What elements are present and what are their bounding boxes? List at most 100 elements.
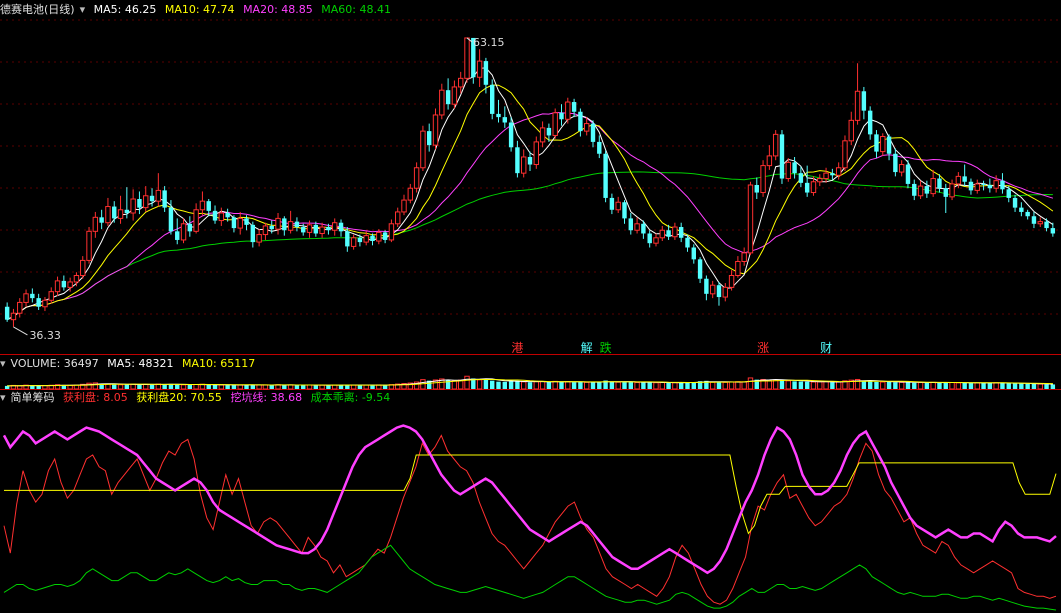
volume-bar <box>464 375 470 390</box>
candle-body <box>124 209 130 214</box>
candlestick <box>61 275 67 291</box>
candle-body <box>168 207 174 232</box>
candle-body <box>237 217 243 229</box>
volume-bar <box>1044 384 1049 389</box>
candlestick <box>691 244 696 264</box>
candlestick <box>704 275 709 301</box>
volume-bar <box>766 380 773 390</box>
candlestick <box>622 200 627 224</box>
candlestick <box>804 165 810 197</box>
collapse-triangle-icon[interactable]: ▾ <box>0 391 6 404</box>
candlestick <box>539 121 546 148</box>
volume-bar <box>810 381 817 390</box>
ma10-legend: MA10: 47.74 <box>164 3 235 16</box>
candle-body <box>476 60 483 78</box>
volume-bar <box>949 382 955 390</box>
volume-bar <box>1050 384 1056 389</box>
candlestick <box>262 222 269 240</box>
volume-bar <box>515 380 520 389</box>
candlestick <box>603 150 608 203</box>
candlestick <box>949 179 955 201</box>
volume-bar <box>912 382 917 389</box>
candlestick <box>817 174 823 187</box>
volume-bar <box>1037 383 1043 390</box>
volume-bar <box>804 381 810 389</box>
volume-bar <box>924 382 930 389</box>
candlestick <box>779 130 785 184</box>
candlestick <box>842 135 848 171</box>
candle-body <box>231 217 237 229</box>
volume-bar <box>36 385 41 389</box>
candlestick <box>432 108 439 150</box>
volume-bar <box>817 381 823 390</box>
candlestick <box>565 97 571 124</box>
indicator-title: 简单筹码 <box>10 391 55 404</box>
candle-body <box>1006 189 1011 198</box>
volume-bar <box>206 384 211 389</box>
candle-body <box>1000 180 1005 190</box>
volume-bar <box>830 382 835 389</box>
price-extreme-labels: 63.15 36.33 <box>13 36 505 342</box>
volume-bar <box>672 382 678 390</box>
candle-body <box>193 209 199 232</box>
candlestick <box>269 220 274 234</box>
candlestick <box>697 257 703 284</box>
candle-body <box>520 156 527 174</box>
candle-body <box>597 141 602 154</box>
volume-bar <box>244 385 249 389</box>
candle-body <box>212 210 218 221</box>
candle-body <box>515 147 520 174</box>
volume-bar <box>987 382 993 389</box>
volume-bar <box>565 381 571 390</box>
collapse-triangle-icon[interactable]: ▾ <box>80 3 86 16</box>
candle-body <box>86 230 92 261</box>
volume-legend: VOLUME: 36497 <box>10 357 99 370</box>
collapse-triangle-icon[interactable]: ▾ <box>0 357 6 370</box>
volume-bar <box>880 381 886 390</box>
candlestick <box>785 158 791 182</box>
candlestick <box>912 179 917 201</box>
volume-bar <box>483 379 489 389</box>
candlestick <box>578 108 583 137</box>
candlestick <box>520 149 527 178</box>
candlestick <box>36 293 41 310</box>
candlestick <box>1037 217 1043 228</box>
candle-body <box>571 102 577 112</box>
candle-body <box>830 173 835 176</box>
candle-body <box>867 110 873 135</box>
candle-body <box>647 233 652 244</box>
candle-body <box>880 136 886 153</box>
volume-bar <box>785 380 791 390</box>
candle-body <box>785 161 791 180</box>
candle-body <box>363 235 369 243</box>
candle-body <box>709 284 716 295</box>
volume-ma5-legend: MA5: 48321 <box>107 357 174 370</box>
candlestick <box>275 213 281 235</box>
candle-body <box>332 222 338 231</box>
candle-body <box>401 199 407 213</box>
candlestick <box>413 162 420 193</box>
volume-bar <box>893 382 898 389</box>
candlestick <box>445 78 451 110</box>
candlestick <box>218 207 225 226</box>
low-pointer <box>13 326 28 336</box>
volume-bar <box>886 381 892 389</box>
candlestick <box>212 205 218 224</box>
ma5-legend: MA5: 46.25 <box>93 3 157 16</box>
candlestick <box>1012 194 1018 212</box>
volume-bar <box>867 381 873 389</box>
volume-bar <box>741 381 747 390</box>
candlestick <box>23 289 29 307</box>
candle-body <box>175 231 180 240</box>
candle-body <box>218 212 225 222</box>
volume-bar <box>370 385 375 389</box>
candlestick <box>628 213 633 235</box>
candle-body <box>306 224 313 233</box>
candle-body <box>527 156 533 165</box>
candlestick <box>155 173 162 207</box>
candle-body <box>609 197 615 210</box>
candle-body <box>672 226 678 238</box>
candlestick <box>319 222 325 238</box>
candlestick <box>886 134 892 161</box>
volume-bar <box>641 382 646 389</box>
